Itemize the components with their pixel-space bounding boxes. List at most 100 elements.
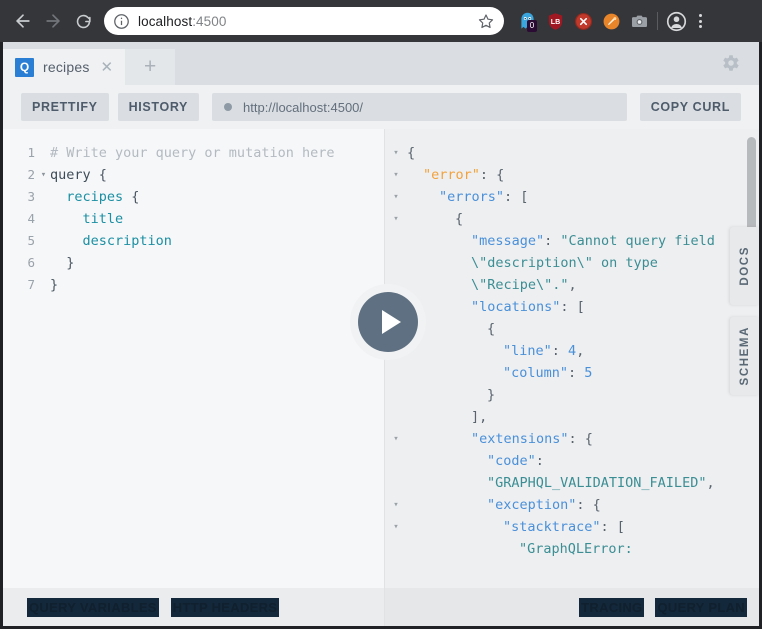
fold-toggle-icon[interactable]: ▾ [385,208,407,230]
query-variables-tab[interactable]: QUERY VARIABLES [27,597,159,617]
fold-toggle-icon [37,208,50,230]
query-type-badge: Q [15,57,34,77]
svg-text:LB: LB [550,18,559,26]
address-bar-text: localhost:4500 [138,14,478,29]
browser-toolbar: localhost:4500 0 LB [0,0,762,42]
fold-toggle-icon[interactable]: ▾ [385,428,407,450]
line-number: 3 [27,189,35,204]
blocker-extension-icon[interactable] [570,8,596,34]
fold-toggle-icon [37,142,50,164]
kebab-menu-icon[interactable] [689,8,711,34]
star-icon[interactable] [478,13,494,29]
fold-toggle-icon[interactable]: ▾ [385,516,407,538]
response-line-text: "message": "Cannot query field \"descrip… [471,233,723,293]
query-line-text: description [50,233,172,249]
query-editor-line: 7} [3,274,384,296]
fold-toggle-icon[interactable]: ▾ [385,494,407,516]
response-line: ▾ "exception": { [385,494,743,516]
forward-button[interactable] [38,6,68,36]
gear-icon[interactable] [719,52,741,74]
fold-toggle-icon[interactable]: ▾ [385,164,407,186]
toolbar-divider [657,12,658,30]
fold-toggle-icon[interactable]: ▾ [385,186,407,208]
response-line: ▾ "extensions": { [385,428,743,450]
fold-toggle-icon [37,274,50,296]
tracing-tab[interactable]: TRACING [579,597,645,617]
line-number: 7 [27,277,35,292]
line-number: 4 [27,211,35,226]
query-editor-line: 5 description [3,230,384,252]
fold-toggle-icon [385,362,407,384]
connection-status-dot [224,103,233,111]
response-line: "code": "GRAPHQL_VALIDATION_FAILED", [385,450,743,494]
query-line-text: # Write your query or mutation here [50,145,335,161]
query-line-text: title [50,211,124,227]
response-line: } [385,384,743,406]
line-number: 2 [27,167,35,182]
query-line-text: recipes { [50,189,140,205]
docs-side-tab-label: DOCS [738,246,751,286]
schema-side-tab[interactable]: SCHEMA [730,317,759,395]
response-line-text: "stacktrace": [ [503,519,625,535]
response-line-text: "line": 4, [503,343,585,359]
response-line: ], [385,406,743,428]
bottom-bar-right: TRACING QUERY PLAN [385,588,759,626]
play-triangle [381,310,401,334]
extensions-area: 0 LB [514,8,652,34]
response-line-text: } [487,387,496,403]
response-pane: ▾{▾ "error": {▾ "errors": [▾{"message": "C… [385,129,759,588]
playground-tab-recipes[interactable]: Q recipes ✕ [3,49,126,85]
query-line-text: query { [50,167,107,183]
line-number: 1 [27,145,35,160]
response-line-text: "locations": [ [471,299,585,315]
reload-button[interactable] [68,6,98,36]
endpoint-input[interactable]: http://localhost:4500/ [212,93,627,121]
query-plan-tab[interactable]: QUERY PLAN [655,597,747,617]
response-line: ▾"locations": [ [385,296,743,318]
line-number: 5 [27,233,35,248]
fold-toggle-icon [385,538,407,560]
fold-toggle-icon[interactable]: ▾ [37,164,50,186]
response-line-text: "column": 5 [503,365,593,381]
query-editor-line: 1 # Write your query or mutation here [3,142,384,164]
shield-extension-icon[interactable]: LB [542,8,568,34]
extension-badge-count: 0 [527,20,537,32]
orange-extension-icon[interactable] [598,8,624,34]
query-line-text: } [50,277,59,293]
query-editor-pane: 1 # Write your query or mutation here 2 ▾ qu… [3,129,385,588]
response-line-text: { [407,145,416,161]
url-host: localhost [138,13,193,29]
query-editor-line: 3 recipes { [3,186,384,208]
fold-toggle-icon [37,230,50,252]
docs-side-tab[interactable]: DOCS [730,227,759,305]
plus-icon: + [143,55,157,78]
response-line-text: "GraphQLError: [519,541,641,557]
http-headers-tab[interactable]: HTTP HEADERS [170,597,280,617]
response-line-text: "extensions": { [471,431,593,447]
address-bar[interactable]: localhost:4500 [104,7,504,35]
history-button[interactable]: HISTORY [117,93,200,121]
back-button[interactable] [8,6,38,36]
response-line-text: "errors": [ [439,189,529,205]
playground-tab-strip: Q recipes ✕ + [3,42,759,85]
response-line: ▾ "errors": [ [385,186,743,208]
query-editor[interactable]: 1 # Write your query or mutation here 2 ▾ qu… [3,129,384,588]
query-editor-line: 6 } [3,252,384,274]
ghostery-extension-icon[interactable]: 0 [514,8,540,34]
info-circle-icon[interactable] [113,13,130,30]
close-icon[interactable]: ✕ [99,60,116,75]
new-tab-button[interactable]: + [125,49,176,85]
response-line-text: { [487,321,496,337]
prettify-button[interactable]: PRETTIFY [21,93,109,121]
account-avatar-icon[interactable] [663,8,689,34]
response-line: ▾{ [385,208,743,230]
response-viewer[interactable]: ▾{▾ "error": {▾ "errors": [▾{"message": "C… [385,129,759,588]
copy-curl-button[interactable]: COPY CURL [639,93,741,121]
screenshot-extension-icon[interactable] [626,8,652,34]
response-line: "GraphQLError: [385,538,743,560]
response-line: { [385,318,743,340]
fold-toggle-icon[interactable]: ▾ [385,142,407,164]
response-line: "message": "Cannot query field \"descrip… [385,230,743,296]
execute-query-button[interactable] [350,284,426,360]
fold-toggle-icon [385,450,407,494]
